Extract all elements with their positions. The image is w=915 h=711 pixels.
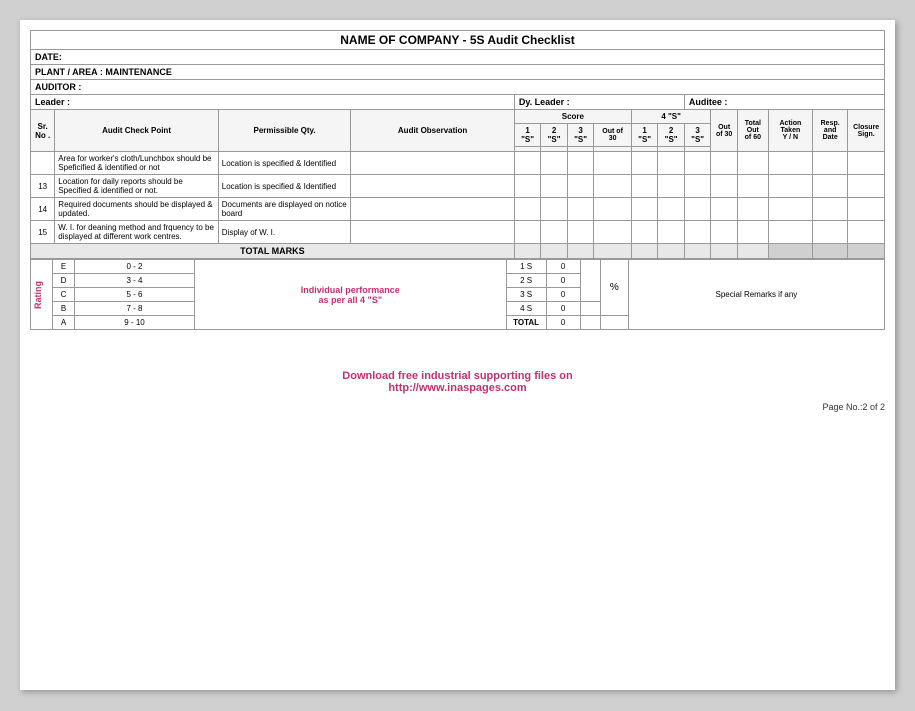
fours-header: 4 "S"	[631, 110, 711, 124]
footer: Download free industrial supporting file…	[30, 370, 885, 394]
leader-cell: Leader :	[31, 95, 515, 110]
col-action: ActionTakenY / N	[768, 110, 812, 152]
grade-e: E	[53, 260, 75, 274]
grade-c: C	[53, 288, 75, 302]
table-row: Area for worker's cloth/Lunchbox should …	[31, 152, 885, 175]
auditee-cell: Auditee :	[684, 95, 884, 110]
auditor-label: AUDITOR :	[35, 82, 81, 92]
dy-leader-cell: Dy. Leader :	[514, 95, 684, 110]
checkpoint-13: Location for daily reports should be Spe…	[55, 175, 218, 198]
sr-0	[31, 152, 55, 175]
score-3s-value: 0	[546, 288, 580, 302]
col-sr: Sr. No .	[31, 110, 55, 152]
total-marks-row: TOTAL MARKS	[31, 244, 885, 259]
col-total: TotalOutof 60	[737, 110, 768, 152]
permissible-14: Documents are displayed on notice board	[218, 198, 351, 221]
plant-label: PLANT / AREA : MAINTENANCE	[35, 67, 172, 77]
col-out: Outof 30	[711, 110, 738, 152]
score-4s-value: 0	[546, 302, 580, 316]
col-resp: Resp.andDate	[812, 110, 847, 152]
special-remarks: Special Remarks if any	[628, 260, 884, 330]
sr-14: 14	[31, 198, 55, 221]
table-row: 15 W. I. for deaning method and frquency…	[31, 221, 885, 244]
range-9-10: 9 - 10	[75, 316, 195, 330]
col-closure: ClosureSign.	[848, 110, 885, 152]
page-title: NAME OF COMPANY - 5S Audit Checklist	[31, 31, 885, 50]
checkpoint-14: Required documents should be displayed &…	[55, 198, 218, 221]
performance-line2: as per all 4 "S"	[319, 295, 383, 305]
grade-b: B	[53, 302, 75, 316]
checkpoint-15: W. I. for deaning method and frquency to…	[55, 221, 218, 244]
checkpoint-0: Area for worker's cloth/Lunchbox should …	[55, 152, 218, 175]
col-permissible: Permissible Qty.	[218, 110, 351, 152]
performance-line1: Individual performance	[301, 285, 400, 295]
permissible-0: Location is specified & Identified	[218, 152, 351, 175]
score-2s-label: 2 S	[506, 274, 546, 288]
plant-row: PLANT / AREA : MAINTENANCE	[31, 65, 885, 80]
total-value: 0	[546, 316, 580, 330]
sr-13: 13	[31, 175, 55, 198]
col-2s: 2 "S"	[541, 124, 568, 147]
score-1s-value: 0	[546, 260, 580, 274]
observation-0	[351, 152, 514, 175]
range-0-2: 0 - 2	[75, 260, 195, 274]
date-row: DATE:	[31, 50, 885, 65]
grade-a: A	[53, 316, 75, 330]
performance-text: Individual performance as per all 4 "S"	[195, 260, 507, 330]
table-row: 13 Location for daily reports should be …	[31, 175, 885, 198]
range-7-8: 7 - 8	[75, 302, 195, 316]
range-3-4: 3 - 4	[75, 274, 195, 288]
total-marks-label: TOTAL MARKS	[31, 244, 515, 259]
grade-d: D	[53, 274, 75, 288]
col-out30: Out of30	[594, 124, 632, 147]
col-f2s: 2 "S"	[658, 124, 685, 147]
rating-row: Rating E 0 - 2 Individual performance as…	[31, 260, 885, 274]
footer-line2: http://www.inaspages.com	[30, 382, 885, 394]
permissible-13: Location is specified & Identified	[218, 175, 351, 198]
sr-15: 15	[31, 221, 55, 244]
table-row: 14 Required documents should be displaye…	[31, 198, 885, 221]
rating-label: Rating	[31, 279, 45, 311]
score-2s-value: 0	[546, 274, 580, 288]
col-1s: 1 "S"	[514, 124, 541, 147]
leader-label: Leader :	[35, 97, 70, 107]
col-f3s: 3 "S"	[684, 124, 711, 147]
auditor-row: AUDITOR :	[31, 80, 885, 95]
auditee-label: Auditee :	[689, 97, 728, 107]
observation-14	[351, 198, 514, 221]
footer-line1: Download free industrial supporting file…	[30, 370, 885, 382]
score-3s-label: 3 S	[506, 288, 546, 302]
permissible-15: Display of W. I.	[218, 221, 351, 244]
score-header: Score	[514, 110, 631, 124]
observation-13	[351, 175, 514, 198]
score-1s-label: 1 S	[506, 260, 546, 274]
score-4s-label: 4 S	[506, 302, 546, 316]
col-f1s: 1 "S"	[631, 124, 658, 147]
total-label: TOTAL	[506, 316, 546, 330]
date-label: DATE:	[35, 52, 62, 62]
col-observation: Audit Observation	[351, 110, 514, 152]
empty-cols	[580, 260, 600, 302]
page-number: Page No.:2 of 2	[30, 402, 885, 412]
dy-leader-label: Dy. Leader :	[519, 97, 570, 107]
col-checkpoint: Audit Check Point	[55, 110, 218, 152]
observation-15	[351, 221, 514, 244]
range-5-6: 5 - 6	[75, 288, 195, 302]
percent-cell: %	[600, 260, 628, 316]
col-3s: 3 "S"	[567, 124, 594, 147]
page: NAME OF COMPANY - 5S Audit Checklist DAT…	[20, 20, 895, 690]
rating-label-cell: Rating	[31, 260, 53, 330]
